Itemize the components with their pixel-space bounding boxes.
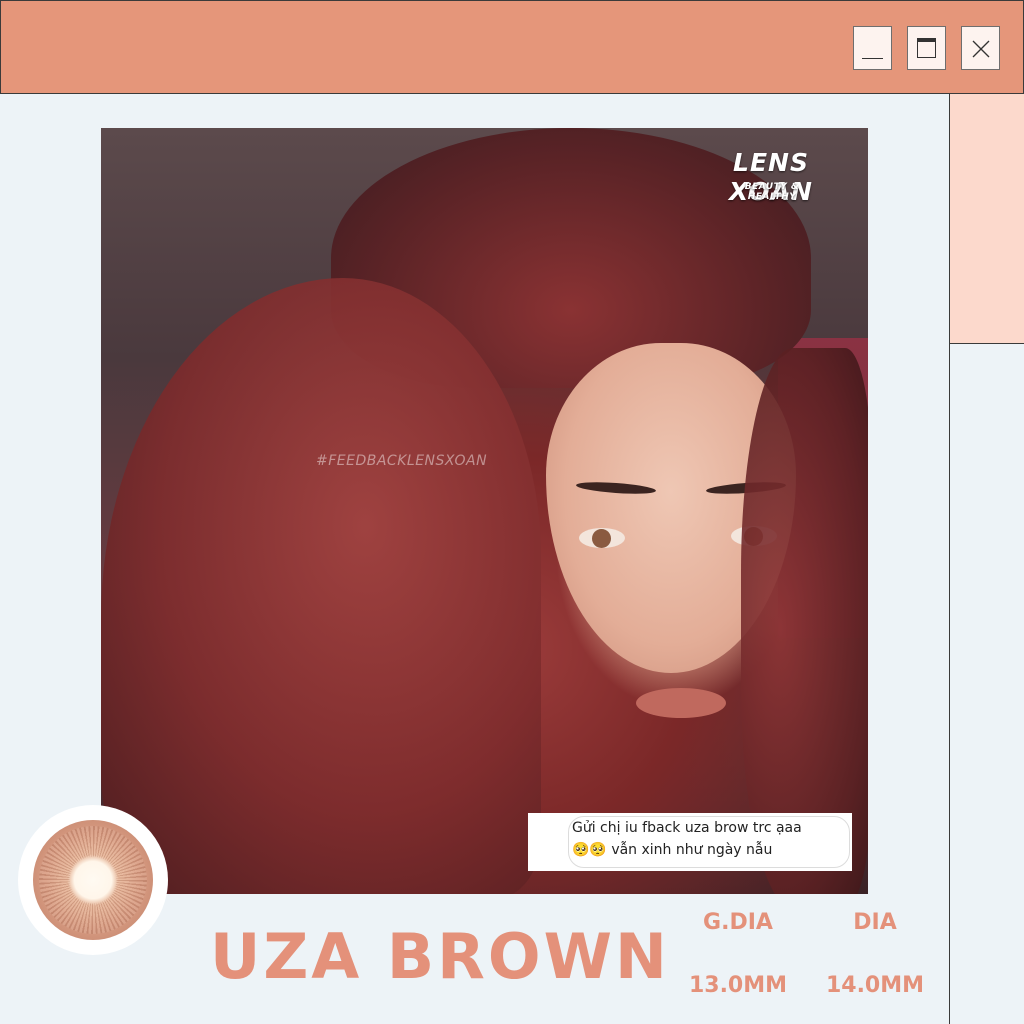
gdia-value: 13.0MM [688, 973, 788, 998]
hashtag-watermark: #FEEDBACKLENSXOAN [316, 453, 488, 469]
dia-value: 14.0MM [825, 973, 925, 998]
customer-comment: Gửi chị iu fback uza brow trc ạaa 🥺🥺 vẫn… [528, 813, 852, 871]
contact-lens-swatch [33, 820, 153, 940]
maximize-icon [917, 38, 936, 58]
minimize-icon [862, 58, 883, 59]
product-name: UZA BROWN [210, 920, 670, 993]
maximize-button[interactable] [907, 26, 946, 70]
side-panel [949, 94, 1024, 344]
close-button[interactable] [961, 26, 1000, 70]
brand-tagline: BEAUTY & HEALTHY [744, 182, 800, 202]
minimize-button[interactable] [853, 26, 892, 70]
feedback-photo: LENS XOAN BEAUTY & HEALTHY #FEEDBACKLENS… [101, 128, 868, 894]
gdia-label: G.DIA [703, 910, 773, 935]
window-titlebar [0, 0, 1024, 94]
eye-left [579, 528, 625, 548]
comment-bubble [568, 816, 850, 868]
dia-label: DIA [853, 910, 897, 935]
divider [949, 344, 950, 1024]
close-icon [972, 40, 990, 58]
